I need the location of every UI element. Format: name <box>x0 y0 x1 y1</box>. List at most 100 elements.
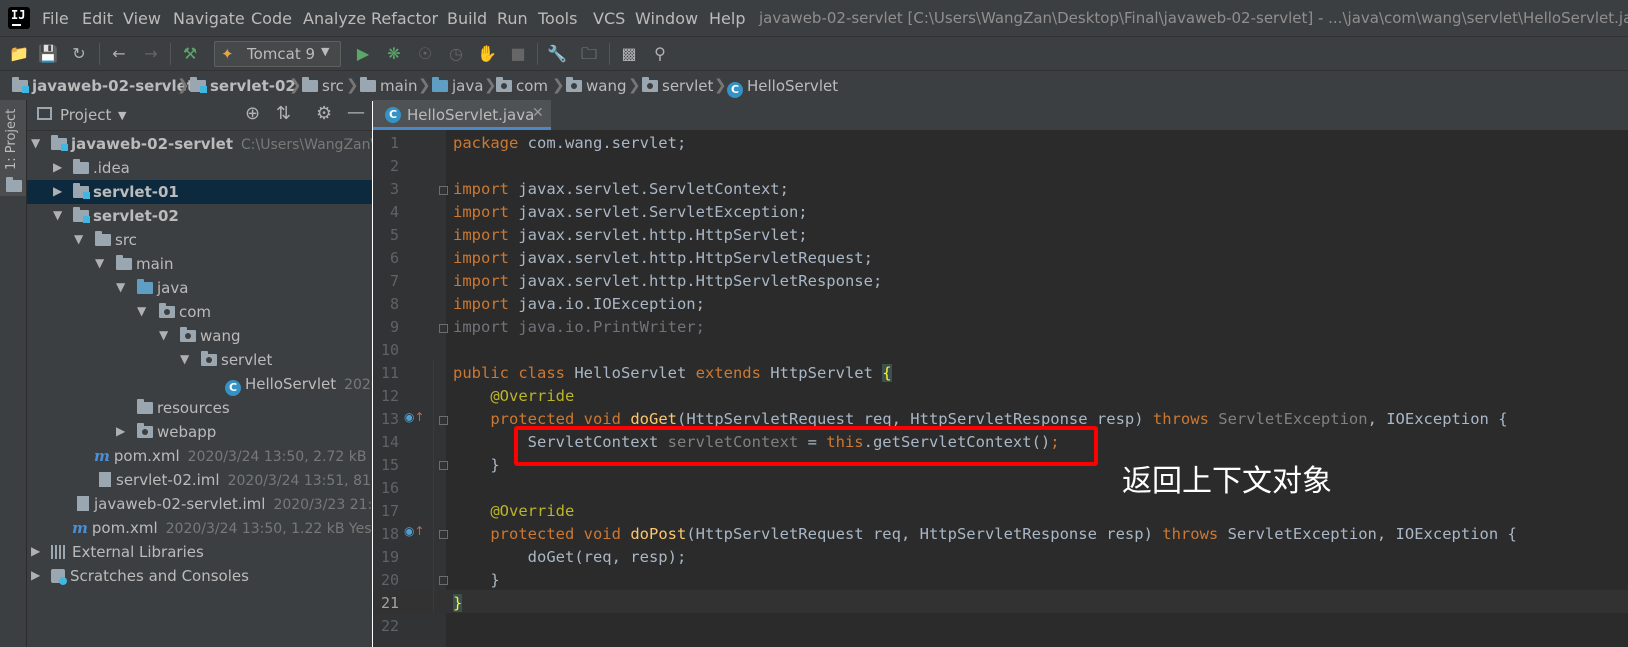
menu-help[interactable]: Help <box>709 9 745 28</box>
code-line[interactable]: import java.io.IOException; <box>453 295 705 313</box>
tab-helloservlet[interactable]: C HelloServlet.java ✕ <box>373 100 551 130</box>
profile-icon[interactable]: ◷ <box>445 43 467 65</box>
tree-item-wang[interactable]: ▼ wang <box>27 324 372 348</box>
tree-item-src[interactable]: ▼ src <box>27 228 372 252</box>
debug-icon[interactable]: ❋ <box>383 43 405 65</box>
breadcrumb-item-src[interactable]: src <box>302 77 344 95</box>
fold-marker-icon[interactable] <box>439 324 448 333</box>
expanded-arrow-icon[interactable]: ▼ <box>116 280 125 294</box>
menu-vcs[interactable]: VCS <box>593 9 625 28</box>
settings-icon[interactable]: 🔧 <box>546 43 568 65</box>
code-line[interactable]: @Override <box>453 502 574 520</box>
collapsed-arrow-icon[interactable]: ▶ <box>31 544 40 558</box>
collapsed-arrow-icon[interactable]: ▶ <box>116 424 125 438</box>
expanded-arrow-icon[interactable]: ▼ <box>31 136 40 150</box>
breadcrumb-item-class[interactable]: C HelloServlet <box>727 77 838 98</box>
collapsed-arrow-icon[interactable]: ▶ <box>31 568 40 582</box>
code-line[interactable]: import javax.servlet.http.HttpServlet; <box>453 226 808 244</box>
tree-item-servlet-02[interactable]: ▼ servlet-02 <box>27 204 372 228</box>
gear-icon[interactable]: ⚙ <box>316 103 332 124</box>
menu-file[interactable]: File <box>42 9 69 28</box>
override-icon[interactable]: ◉↑ <box>404 524 425 538</box>
tree-item-servlet-01[interactable]: ▶ servlet-01 <box>27 180 372 204</box>
menu-run[interactable]: Run <box>497 9 528 28</box>
breadcrumb-item-servlet[interactable]: servlet <box>642 77 713 95</box>
menu-view[interactable]: View <box>123 9 161 28</box>
menu-navigate[interactable]: Navigate <box>173 9 245 28</box>
build-icon[interactable]: ⚒ <box>179 43 201 65</box>
override-icon[interactable]: ◉↑ <box>404 410 425 424</box>
minimize-icon[interactable]: — <box>347 102 365 123</box>
expanded-arrow-icon[interactable]: ▼ <box>74 232 83 246</box>
code-line[interactable]: import javax.servlet.http.HttpServletRes… <box>453 272 882 290</box>
expanded-arrow-icon[interactable]: ▼ <box>53 208 62 222</box>
project-structure-icon[interactable]: 🗀 <box>578 43 600 65</box>
code-line[interactable]: public class HelloServlet extends HttpSe… <box>453 364 892 382</box>
tree-item-main[interactable]: ▼ main <box>27 252 372 276</box>
code-line[interactable]: } <box>453 571 499 589</box>
code-line[interactable]: package com.wang.servlet; <box>453 134 686 152</box>
fold-marker-icon[interactable] <box>439 576 448 585</box>
code-line[interactable]: import javax.servlet.http.HttpServletReq… <box>453 249 873 267</box>
coverage-icon[interactable]: ☉ <box>414 43 436 65</box>
menu-tools[interactable]: Tools <box>538 9 577 28</box>
fold-marker-icon[interactable] <box>439 416 448 425</box>
expanded-arrow-icon[interactable]: ▼ <box>137 304 146 318</box>
code-line[interactable]: @Override <box>453 387 574 405</box>
code-line[interactable]: import javax.servlet.ServletContext; <box>453 180 789 198</box>
menu-edit[interactable]: Edit <box>82 9 113 28</box>
run-icon[interactable]: ▶ <box>352 43 374 65</box>
expanded-arrow-icon[interactable]: ▼ <box>180 352 189 366</box>
expanded-arrow-icon[interactable]: ▼ <box>159 328 168 342</box>
collapsed-arrow-icon[interactable]: ▶ <box>53 184 62 198</box>
code-line[interactable]: import java.io.PrintWriter; <box>453 318 705 336</box>
menu-refactor[interactable]: Refactor <box>371 9 438 28</box>
breadcrumb-item-main[interactable]: main <box>360 77 417 95</box>
tree-item-scratches[interactable]: ▶ Scratches and Consoles <box>27 564 372 588</box>
code-line[interactable]: } <box>453 456 499 474</box>
menu-analyze[interactable]: Analyze <box>303 9 366 28</box>
tree-item-external-libraries[interactable]: ▶ External Libraries <box>27 540 372 564</box>
menu-build[interactable]: Build <box>447 9 487 28</box>
stop-icon[interactable]: ■ <box>507 43 529 65</box>
code-line[interactable]: doGet(req, resp); <box>453 548 687 566</box>
code-line[interactable]: } <box>453 594 463 612</box>
tree-item-idea[interactable]: ▶ .idea <box>27 156 372 180</box>
tree-item-java[interactable]: ▼ java <box>27 276 372 300</box>
tree-item-project-root[interactable]: ▼ javaweb-02-servlet C:\Users\WangZan\De <box>27 132 372 156</box>
save-icon[interactable]: 💾 <box>37 43 59 65</box>
forward-icon[interactable]: → <box>140 43 162 65</box>
terminal-icon[interactable]: ▩ <box>618 43 640 65</box>
collapse-all-icon[interactable]: ⇅ <box>276 103 291 124</box>
tree-item-pom-root[interactable]: mpom.xml 2020/3/24 13:50, 1.22 kB Yesterd… <box>27 516 372 540</box>
expanded-arrow-icon[interactable]: ▼ <box>95 256 104 270</box>
tree-item-module-iml[interactable]: servlet-02.iml 2020/3/24 13:51, 81 B <box>27 468 372 492</box>
breadcrumb-item-wang[interactable]: wang <box>566 77 627 95</box>
breadcrumb-item-java[interactable]: java <box>432 77 483 95</box>
run-config-select[interactable]: ✦ Tomcat 9 ▼ <box>214 41 341 67</box>
project-tool-label[interactable]: 1: Project <box>4 109 19 170</box>
tree-item-helloservlet[interactable]: CHelloServlet 2020 <box>27 372 372 396</box>
close-icon[interactable]: ✕ <box>532 105 544 121</box>
tree-item-pom-module[interactable]: mpom.xml 2020/3/24 13:50, 2.72 kB 8 mi <box>27 444 372 468</box>
attach-icon[interactable]: ✋ <box>476 43 498 65</box>
fold-marker-icon[interactable] <box>439 461 448 470</box>
breadcrumb-item-module[interactable]: servlet-02 <box>190 77 296 95</box>
tree-item-servlet-package[interactable]: ▼ servlet <box>27 348 372 372</box>
breadcrumb-item-project[interactable]: javaweb-02-servlet <box>12 77 194 95</box>
menu-code[interactable]: Code <box>251 9 292 28</box>
tree-item-webapp[interactable]: ▶ webapp <box>27 420 372 444</box>
open-icon[interactable]: 📁 <box>8 43 30 65</box>
tree-item-resources[interactable]: resources <box>27 396 372 420</box>
breadcrumb-item-com[interactable]: com <box>496 77 548 95</box>
collapsed-arrow-icon[interactable]: ▶ <box>53 160 62 174</box>
search-icon[interactable]: ⚲ <box>649 43 671 65</box>
tree-item-project-iml[interactable]: javaweb-02-servlet.iml 2020/3/23 21:53, <box>27 492 372 516</box>
tree-item-com[interactable]: ▼ com <box>27 300 372 324</box>
sync-icon[interactable]: ↻ <box>68 43 90 65</box>
code-line[interactable]: import javax.servlet.ServletException; <box>453 203 808 221</box>
project-view-select[interactable]: Project <box>60 106 111 124</box>
fold-marker-icon[interactable] <box>439 186 448 195</box>
chevron-down-icon[interactable]: ▼ <box>118 109 126 122</box>
back-icon[interactable]: ← <box>108 43 130 65</box>
